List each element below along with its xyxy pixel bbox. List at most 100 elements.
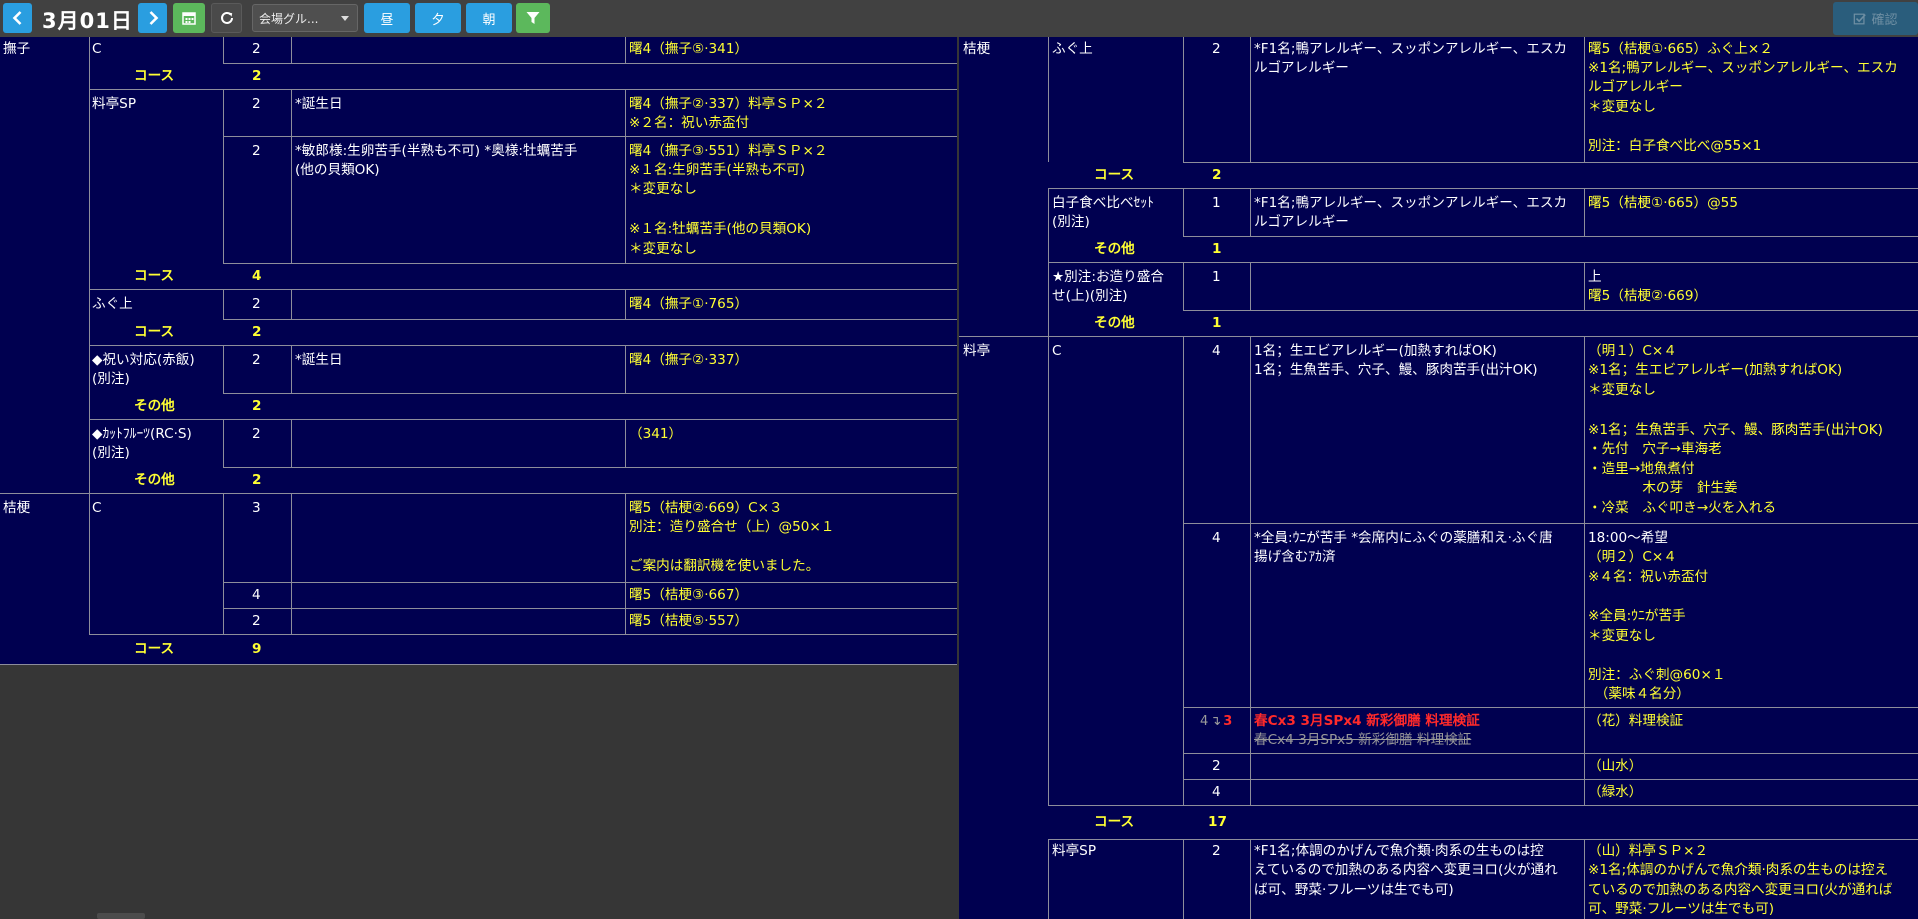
chevron-right-icon — [149, 11, 158, 25]
next-day-button[interactable] — [138, 3, 167, 33]
reservation-detail[interactable]: ＊変更なし — [1588, 381, 1656, 400]
reservation-detail[interactable]: ※１名:牡蠣苦手(他の貝類OK) — [629, 220, 811, 239]
reservation-detail[interactable]: （薬味４名分） — [1588, 685, 1690, 704]
reservation-note[interactable]: 1名；生エビアレルギー(加熱すればOK) — [1254, 342, 1497, 361]
reservation-note[interactable]: ルゴアレルギー — [1254, 213, 1349, 232]
change-arrow-icon: ↴ — [1210, 714, 1222, 729]
guest-count: 1 — [1212, 269, 1221, 285]
reservation-note[interactable]: *F1名;鴨アレルギー、スッポンアレルギー、エスカ — [1254, 40, 1567, 59]
reservation-note[interactable]: (他の貝類OK) — [295, 161, 380, 180]
reservation-note[interactable]: *誕生日 — [295, 351, 343, 370]
reservation-detail[interactable]: 曙5（桔梗③·667） — [629, 586, 748, 605]
reservation-note[interactable]: 揚げ含むｱｶ済 — [1254, 548, 1336, 567]
reservation-detail[interactable]: （山水） — [1588, 757, 1642, 776]
reservation-detail[interactable]: ＊変更なし — [1588, 98, 1656, 117]
reservation-detail[interactable]: 曙5（桔梗①·665）ふぐ上×２ — [1588, 40, 1773, 59]
reservation-note[interactable]: ば可、野菜·フルーツは生でも可) — [1254, 881, 1454, 900]
reservation-note[interactable]: ルゴアレルギー — [1254, 59, 1349, 78]
guest-count: 2 — [1212, 41, 1221, 57]
venue-group-select[interactable]: 会場グル... — [252, 4, 358, 32]
reservation-detail[interactable]: 可、野菜·フルーツは生でも可) — [1588, 900, 1774, 919]
reservation-detail[interactable]: ※1名;鴨アレルギー、スッポンアレルギー、エスカ — [1588, 59, 1898, 78]
reservation-detail[interactable]: 木の芽 針生姜 — [1588, 479, 1737, 498]
reservation-detail[interactable]: ＊変更なし — [629, 180, 697, 199]
guest-count: 2 — [252, 613, 261, 629]
subtotal-count: 1 — [1212, 315, 1222, 331]
guest-count: 2 — [252, 143, 261, 159]
course-name: 料亭SP — [92, 96, 137, 112]
filter-button[interactable] — [516, 3, 550, 33]
reservation-detail[interactable]: 曙5（桔梗⑤·557） — [629, 612, 748, 631]
morning-button[interactable]: 朝 — [466, 3, 512, 33]
reservation-detail[interactable]: 別注：造り盛合せ（上）@50×１ — [629, 518, 834, 537]
reservation-detail[interactable]: ・冷菜 ふぐ叩き→火を入れる — [1588, 499, 1776, 518]
reservation-detail[interactable]: 曙4（撫子②·337）料亭ＳＰ×２ — [629, 95, 827, 114]
course-name: 料亭SP — [1052, 843, 1097, 859]
guest-count-old: 4 — [1200, 714, 1209, 729]
course-name: ふぐ上 — [1052, 41, 1093, 57]
reservation-detail[interactable]: ※1名；生エビアレルギー(加熱すればOK) — [1588, 361, 1842, 380]
subtotal-label: その他 — [134, 398, 175, 414]
reservation-detail[interactable]: ※４名：祝い赤盃付 — [1588, 568, 1708, 587]
reservation-detail[interactable]: 別注：ふぐ刺@60×１ — [1588, 666, 1725, 685]
horizontal-scrollbar[interactable] — [97, 913, 145, 919]
reservation-detail[interactable]: 上 — [1588, 268, 1602, 287]
reservation-detail[interactable]: 曙4（撫子⑤·341） — [629, 40, 748, 59]
reservation-detail[interactable]: 曙5（桔梗②·669）C×３ — [629, 499, 783, 518]
reservation-detail[interactable]: ・先付 穴子→車海老 — [1588, 440, 1722, 459]
course-name: ◆ｶｯﾄﾌﾙｰﾂ(RC·S) — [92, 426, 192, 442]
reservation-detail[interactable]: （明２）C×４ — [1588, 548, 1677, 567]
subtotal-count: 4 — [252, 268, 262, 284]
reservation-detail[interactable]: ※１名:生卵苦手(半熟も不可) — [629, 161, 805, 180]
left-panel: 撫子 C 2 曙4（撫子⑤·341） コース 2 料亭SP 2 *誕生日 曙4（… — [0, 37, 957, 665]
reservation-detail[interactable]: 曙4（撫子③·551）料亭ＳＰ×２ — [629, 142, 827, 161]
subtotal-count: 2 — [252, 324, 262, 340]
reservation-detail[interactable]: 18:00～希望 — [1588, 529, 1668, 548]
reservation-note-new[interactable]: 春Cx3 3月SPx4 新彩御膳 料理検証 — [1254, 712, 1480, 731]
reservation-detail[interactable]: 曙5（桔梗①·665）@55 — [1588, 194, 1738, 213]
reservation-detail[interactable]: 曙4（撫子①·765） — [629, 295, 748, 314]
lunch-button[interactable]: 昼 — [364, 3, 410, 33]
current-date: 3月01日 — [42, 9, 133, 33]
reservation-detail[interactable]: （明１）C×４ — [1588, 342, 1677, 361]
reservation-detail[interactable]: ＊変更なし — [1588, 627, 1656, 646]
confirm-button[interactable]: 確認 — [1833, 2, 1918, 35]
reservation-detail[interactable]: 曙4（撫子②·337） — [629, 351, 748, 370]
reservation-note[interactable]: *敏郎様:生卵苦手(半熟も不可) *奥様:牡蠣苦手 — [295, 142, 577, 161]
course-name: ◆祝い対応(赤飯) — [92, 352, 195, 368]
calendar-button[interactable] — [173, 3, 205, 33]
subtotal-label: コース — [134, 641, 175, 657]
prev-day-button[interactable] — [3, 3, 32, 33]
reservation-detail[interactable]: ＊変更なし — [629, 240, 697, 259]
reservation-note[interactable]: *F1名;体調のかげんで魚介類·肉系の生ものは控 — [1254, 842, 1544, 861]
reservation-note[interactable]: *F1名;鴨アレルギー、スッポンアレルギー、エスカ — [1254, 194, 1567, 213]
reservation-detail[interactable]: （341） — [629, 425, 682, 444]
reservation-detail[interactable]: （緑水） — [1588, 783, 1642, 802]
reservation-note[interactable]: 1名；生魚苦手、穴子、鰻、豚肉苦手(出汁OK) — [1254, 361, 1538, 380]
reservation-detail[interactable]: （山）料亭ＳＰ×２ — [1588, 842, 1708, 861]
guest-count: 4 — [252, 587, 261, 603]
reservation-note[interactable]: *全員:ｳﾆが苦手 *会席内にふぐの薬膳和え·ふぐ唐 — [1254, 529, 1553, 548]
refresh-button[interactable] — [211, 3, 242, 33]
reservation-detail[interactable]: 曙5（桔梗②·669） — [1588, 287, 1707, 306]
reservation-detail[interactable]: 別注：白子食べ比べ@55×1 — [1588, 137, 1761, 156]
reservation-detail[interactable]: ※２名：祝い赤盃付 — [629, 114, 749, 133]
course-name: (別注) — [92, 371, 130, 387]
reservation-note-old: 春Cx4 3月SPx5 新彩御膳 料理検証 — [1254, 732, 1472, 748]
reservation-detail[interactable]: ご案内は翻訳機を使いました。 — [629, 557, 819, 576]
reservation-detail[interactable]: ているので加熱のある内容へ変更ヨロ(火が通れば — [1588, 881, 1892, 900]
reservation-detail[interactable]: ※1名;体調のかげんで魚介類·肉系の生ものは控え — [1588, 861, 1888, 880]
reservation-detail[interactable]: ルゴアレルギー — [1588, 78, 1683, 97]
subtotal-label: その他 — [1094, 241, 1135, 257]
filter-icon — [526, 12, 540, 24]
guest-count: 2 — [252, 296, 261, 312]
reservation-detail[interactable]: ・造里→地魚煮付 — [1588, 460, 1695, 479]
guest-count: 2 — [1212, 843, 1221, 859]
reservation-note[interactable]: *誕生日 — [295, 95, 343, 114]
reservation-note[interactable]: えているので加熱のある内容へ変更ヨロ(火が通れ — [1254, 861, 1558, 880]
dinner-button[interactable]: 夕 — [415, 3, 461, 33]
reservation-detail[interactable]: ※1名；生魚苦手、穴子、鰻、豚肉苦手(出汁OK) — [1588, 421, 1883, 440]
subtotal-count: 2 — [252, 68, 262, 84]
reservation-detail[interactable]: （花）料理検証 — [1588, 712, 1683, 731]
reservation-detail[interactable]: ※全員:ｳﾆが苦手 — [1588, 607, 1686, 626]
